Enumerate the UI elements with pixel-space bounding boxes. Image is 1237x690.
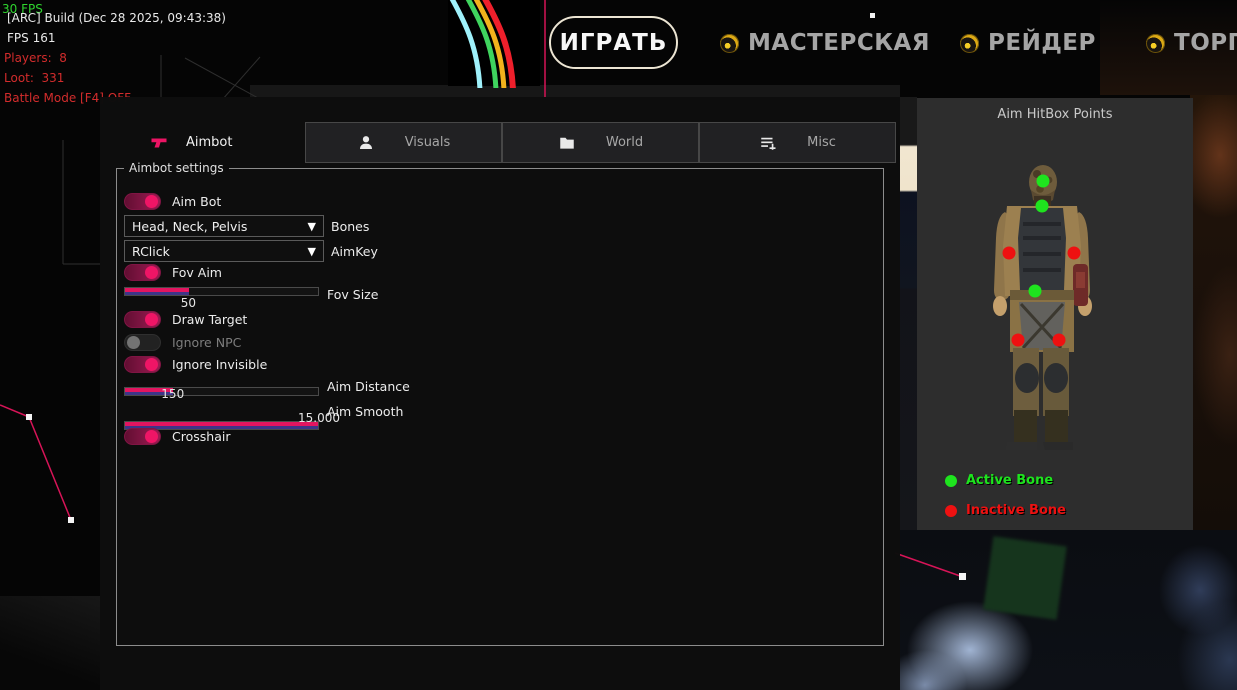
tab-label: Visuals <box>405 135 451 150</box>
coin-icon <box>1146 34 1165 53</box>
aimkey-dropdown[interactable]: RClick ▼ <box>124 240 324 262</box>
exit-sign-blur <box>983 536 1067 620</box>
hud-fps: FPS 161 <box>7 31 55 45</box>
crosshair-label: Crosshair <box>172 429 230 444</box>
aim-distance-value: 150 <box>161 387 184 401</box>
game-background-wall <box>1190 95 1237 530</box>
hitbox-point-neck <box>1036 200 1049 213</box>
background-corner-glow <box>0 596 110 690</box>
folder-icon <box>558 134 576 152</box>
caret-down-icon: ▼ <box>308 245 316 258</box>
aim-hitbox-panel: Aim HitBox Points <box>917 98 1193 530</box>
hitbox-points-layer <box>917 98 1193 530</box>
inactive-bone-dot <box>945 505 957 517</box>
pistol-icon <box>150 134 168 152</box>
crosshair-row: Crosshair <box>124 428 230 445</box>
tab-label: Aimbot <box>186 135 232 150</box>
toggle-knob <box>145 430 158 443</box>
tab-aimbot[interactable]: Aimbot <box>150 122 232 163</box>
fov-size-label: Fov Size <box>327 287 378 302</box>
menu-item-label: ТОРГО <box>1174 30 1237 56</box>
aim-bot-toggle[interactable] <box>124 193 161 210</box>
hitbox-point-pelvis <box>1029 285 1042 298</box>
toggle-knob <box>145 195 158 208</box>
toggle-knob <box>145 358 158 371</box>
aim-distance-label: Aim Distance <box>327 379 410 394</box>
fov-size-value: 50 <box>181 296 196 310</box>
crosshair-toggle[interactable] <box>124 428 161 445</box>
game-background-gap <box>900 97 917 530</box>
playlist-add-icon <box>759 134 777 152</box>
bones-dropdown-value: Head, Neck, Pelvis <box>132 219 308 234</box>
hitbox-point-head <box>1037 175 1050 188</box>
coin-icon <box>720 34 739 53</box>
hud-players: Players: 8 <box>4 51 67 65</box>
play-button[interactable]: ИГРАТЬ <box>549 16 678 69</box>
toggle-knob <box>145 266 158 279</box>
background-horizon-strip <box>250 85 900 97</box>
person-icon <box>357 134 375 152</box>
ignore-invisible-label: Ignore Invisible <box>172 357 267 372</box>
inactive-bone-label: Inactive Bone <box>966 503 1066 518</box>
ignore-npc-label: Ignore NPC <box>172 335 241 350</box>
caret-down-icon: ▼ <box>308 220 316 233</box>
bones-label: Bones <box>331 219 369 234</box>
menu-item-label: РЕЙДЕР <box>988 30 1096 56</box>
active-bone-label: Active Bone <box>966 473 1053 488</box>
tab-misc[interactable]: Misc <box>699 122 896 163</box>
toggle-knob <box>127 336 140 349</box>
coin-icon <box>960 34 979 53</box>
hitbox-point-right-shoulder <box>1068 247 1081 260</box>
menu-item-trader[interactable]: ТОРГО <box>1146 28 1237 58</box>
ignore-invisible-row: Ignore Invisible <box>124 356 267 373</box>
menu-item-workshop[interactable]: МАСТЕРСКАЯ <box>720 28 930 58</box>
legend-active-bone: Active Bone <box>945 473 1053 488</box>
fov-size-slider[interactable] <box>124 287 319 296</box>
cheat-menu-panel: Aimbot Visuals World Misc Aimbot setting… <box>100 97 900 690</box>
toggle-knob <box>145 313 158 326</box>
fov-aim-row: Fov Aim <box>124 264 222 281</box>
hud-build-info: [ARC] Build (Dec 28 2025, 09:43:38) <box>7 11 226 25</box>
fov-aim-toggle[interactable] <box>124 264 161 281</box>
draw-target-toggle[interactable] <box>124 311 161 328</box>
hitbox-point-right-hip <box>1053 334 1066 347</box>
menu-item-raider[interactable]: РЕЙДЕР <box>960 28 1096 58</box>
aim-bot-row: Aim Bot <box>124 193 221 210</box>
slider-fill <box>125 288 189 295</box>
aim-smooth-label: Aim Smooth <box>327 404 403 419</box>
game-background-scene <box>900 530 1237 690</box>
active-bone-dot <box>945 475 957 487</box>
draw-target-row: Draw Target <box>124 311 247 328</box>
rainbow-stripes-graphic <box>448 0 540 88</box>
menu-item-label: МАСТЕРСКАЯ <box>748 30 930 56</box>
aimkey-label: AimKey <box>331 244 378 259</box>
aimkey-dropdown-value: RClick <box>132 244 308 259</box>
tab-label: World <box>606 135 643 150</box>
draw-target-label: Draw Target <box>172 312 247 327</box>
hitbox-point-left-shoulder <box>1003 247 1016 260</box>
bones-dropdown[interactable]: Head, Neck, Pelvis ▼ <box>124 215 324 237</box>
ignore-npc-row: Ignore NPC <box>124 334 241 351</box>
ignore-npc-toggle[interactable] <box>124 334 161 351</box>
tab-world[interactable]: World <box>502 122 699 163</box>
ignore-invisible-toggle[interactable] <box>124 356 161 373</box>
fov-aim-label: Fov Aim <box>172 265 222 280</box>
group-title: Aimbot settings <box>124 162 229 175</box>
hud-loot: Loot: 331 <box>4 71 64 85</box>
aim-bot-label: Aim Bot <box>172 194 221 209</box>
tab-label: Misc <box>807 135 836 150</box>
tab-visuals[interactable]: Visuals <box>305 122 502 163</box>
hitbox-point-left-hip <box>1012 334 1025 347</box>
legend-inactive-bone: Inactive Bone <box>945 503 1066 518</box>
